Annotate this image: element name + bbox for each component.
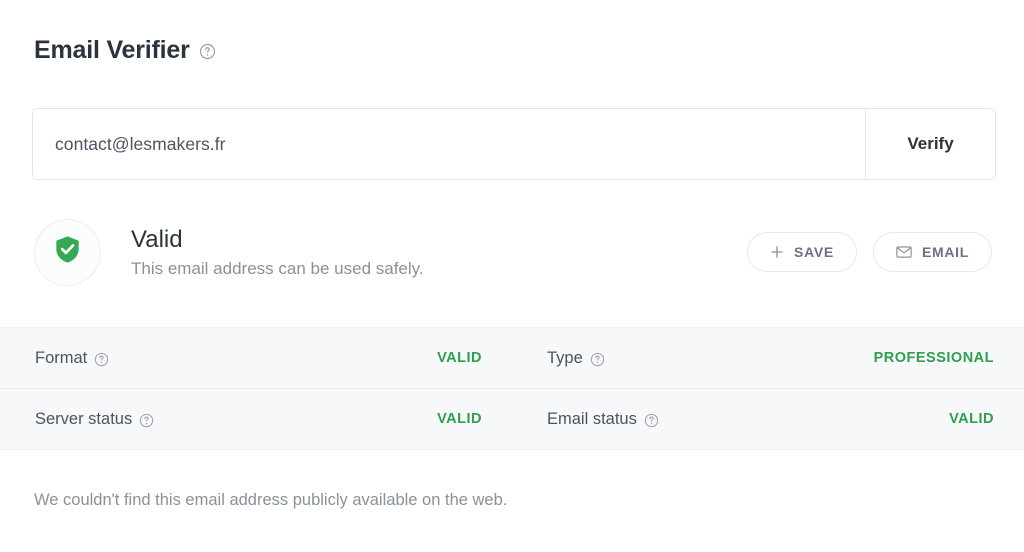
detail-cell-email-status: Email status VALID — [512, 410, 1024, 429]
footnote-text: We couldn't find this email address publ… — [34, 491, 508, 509]
result-actions: SAVE EMAIL — [747, 232, 992, 272]
verification-result: Valid This email address can be used saf… — [34, 212, 992, 292]
verify-button[interactable]: Verify — [865, 109, 995, 179]
email-input-group: Verify — [32, 108, 996, 180]
email-verifier-page: Email Verifier Verify Valid This email — [0, 0, 1024, 552]
save-button[interactable]: SAVE — [747, 232, 857, 272]
help-circle-icon[interactable] — [139, 413, 154, 428]
table-row: Server status VALID Email status VALID — [0, 388, 1024, 449]
status-subtitle: This email address can be used safely. — [131, 258, 424, 278]
detail-label: Email status — [547, 410, 659, 429]
detail-label-text: Type — [547, 348, 583, 367]
detail-label-text: Format — [35, 348, 88, 367]
page-header: Email Verifier — [34, 38, 216, 63]
help-circle-icon[interactable] — [94, 352, 109, 367]
detail-cell-format: Format VALID — [0, 349, 512, 368]
detail-label: Format — [35, 349, 109, 368]
detail-label-text: Email status — [547, 409, 637, 428]
shield-check-icon — [54, 235, 81, 269]
detail-label-text: Server status — [35, 409, 133, 428]
save-button-label: SAVE — [794, 244, 834, 260]
detail-value: VALID — [949, 411, 994, 427]
status-text-block: Valid This email address can be used saf… — [131, 225, 424, 278]
detail-value: PROFESSIONAL — [873, 350, 994, 366]
detail-cell-server-status: Server status VALID — [0, 410, 512, 429]
status-title: Valid — [131, 225, 183, 253]
help-circle-icon[interactable] — [199, 43, 216, 60]
details-table: Format VALID Type PROFESSIONAL Server st… — [0, 327, 1024, 450]
status-badge — [34, 218, 101, 286]
email-input[interactable] — [33, 109, 865, 179]
detail-value: VALID — [437, 350, 482, 366]
page-title: Email Verifier — [34, 36, 190, 64]
detail-value: VALID — [437, 411, 482, 427]
envelope-icon — [896, 245, 912, 259]
detail-cell-type: Type PROFESSIONAL — [512, 349, 1024, 368]
email-button[interactable]: EMAIL — [872, 232, 992, 272]
table-row: Format VALID Type PROFESSIONAL — [0, 328, 1024, 388]
detail-label: Type — [547, 349, 605, 368]
help-circle-icon[interactable] — [590, 352, 605, 367]
help-circle-icon[interactable] — [644, 413, 659, 428]
plus-icon — [770, 245, 784, 259]
email-button-label: EMAIL — [921, 244, 969, 260]
detail-label: Server status — [35, 410, 154, 429]
